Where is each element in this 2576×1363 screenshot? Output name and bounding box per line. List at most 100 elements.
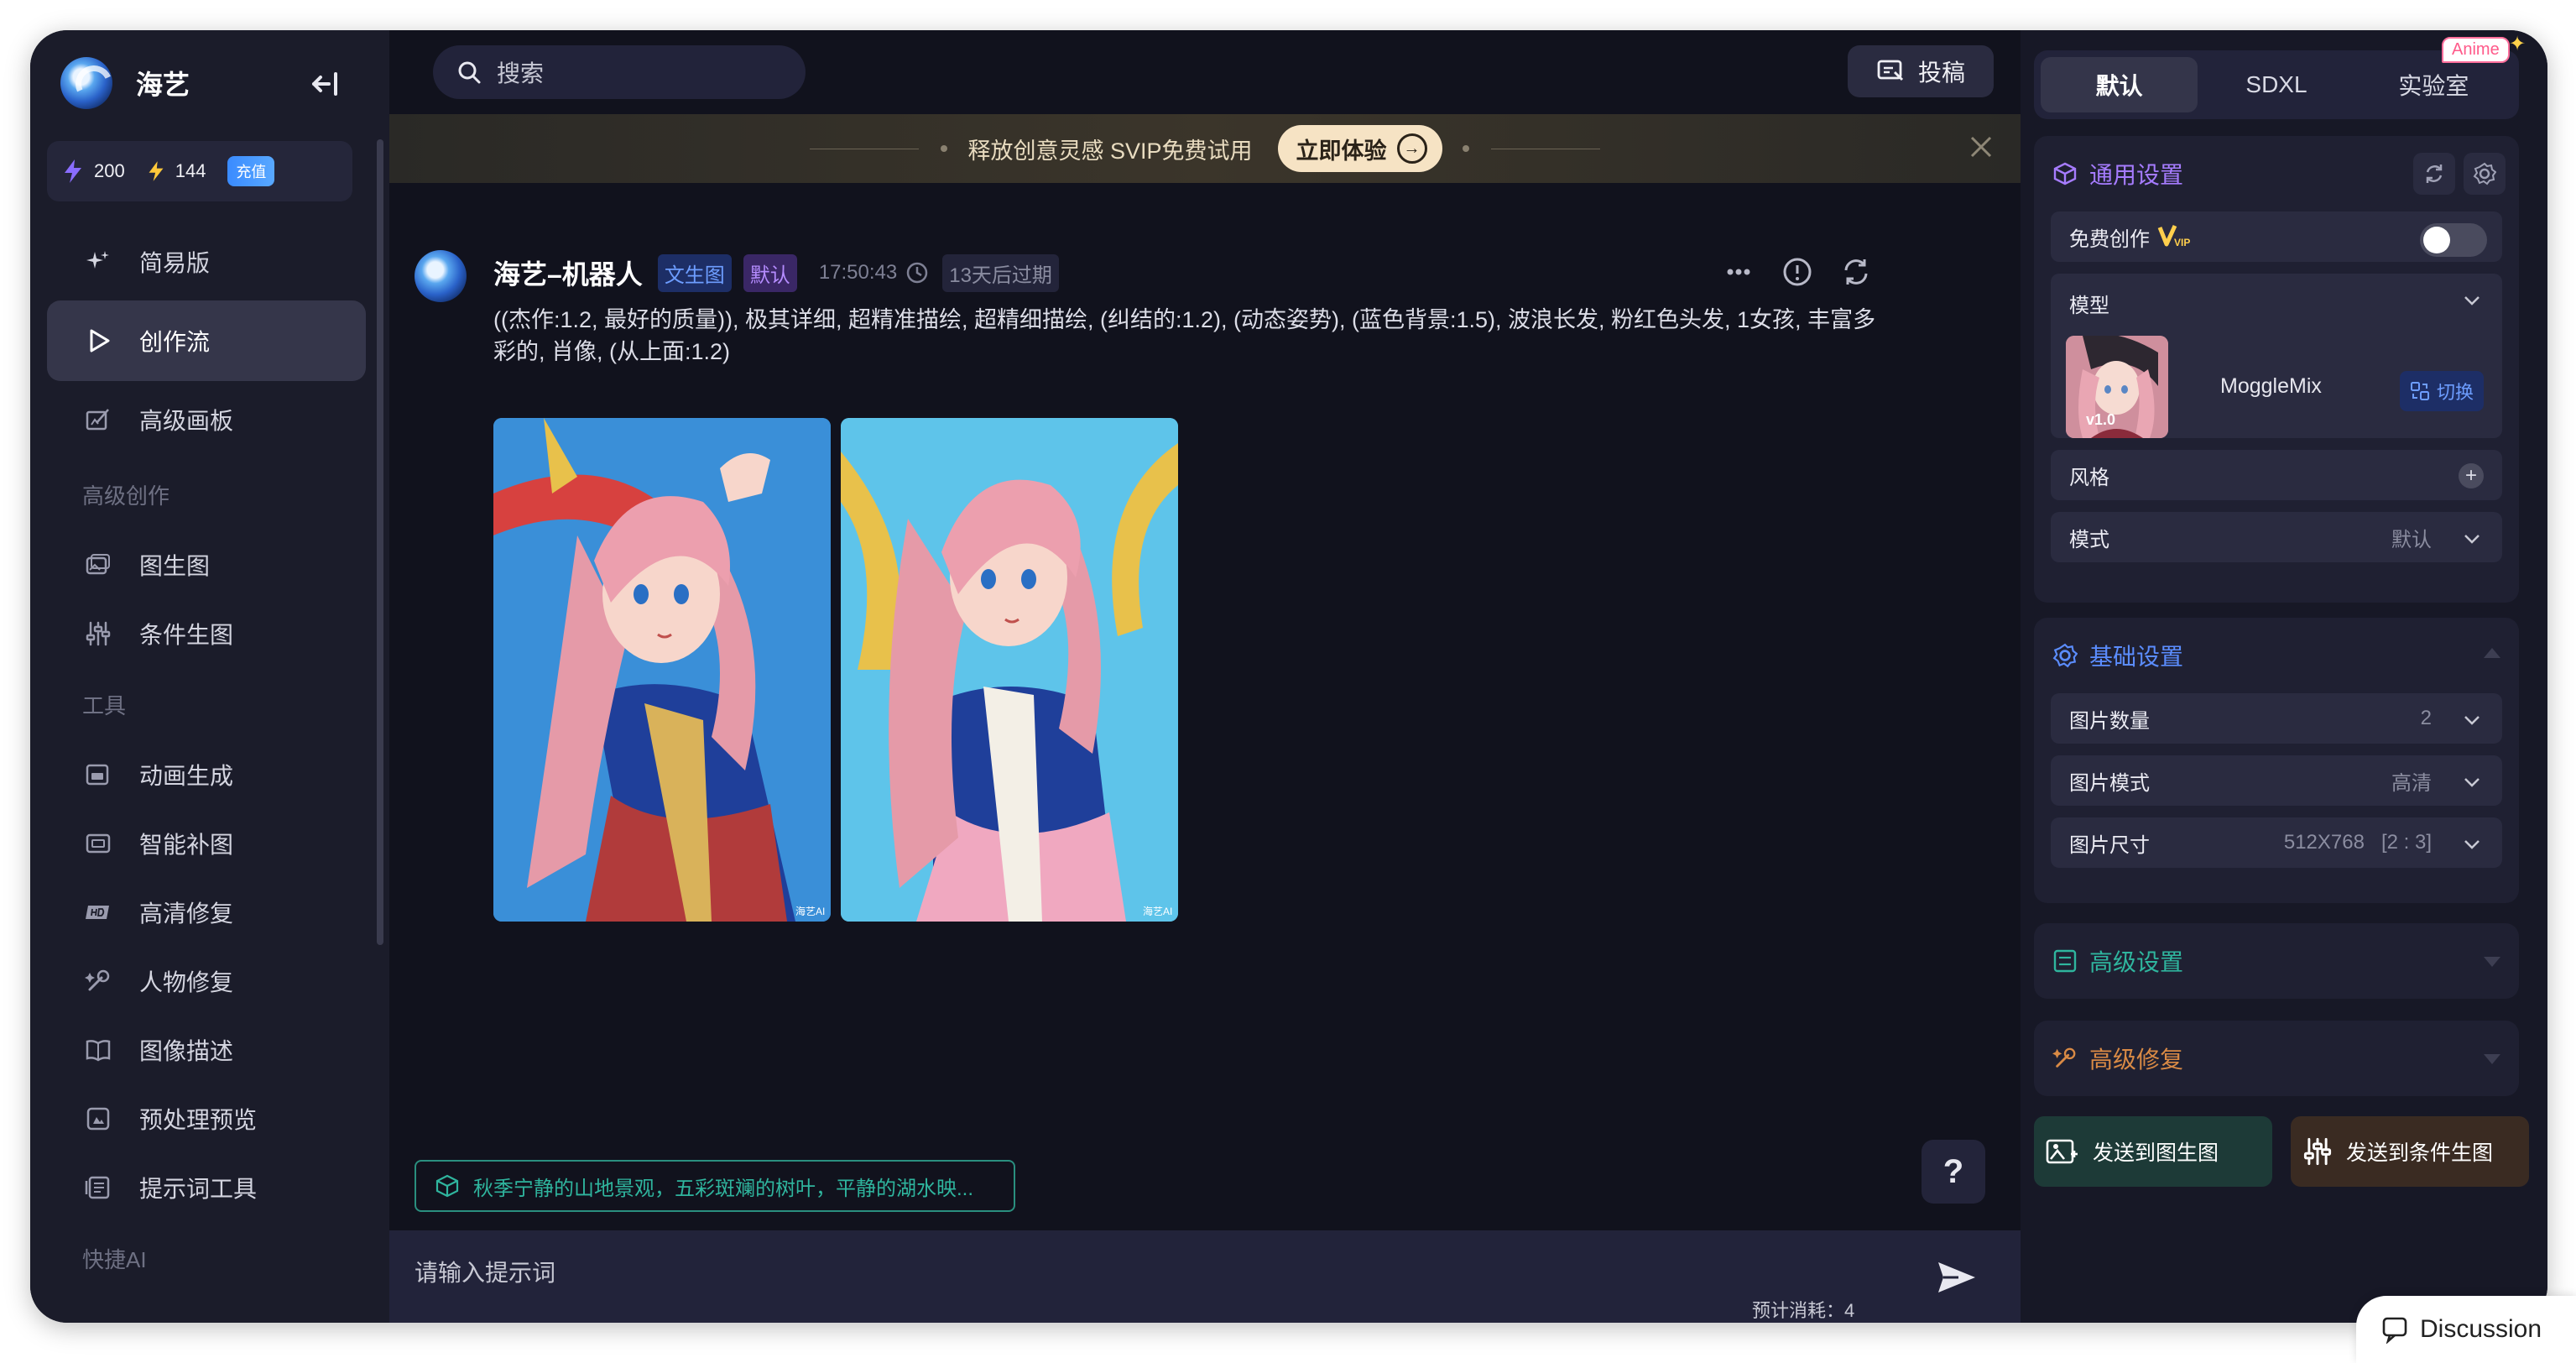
- sidebar-item-describe[interactable]: 图像描述: [47, 1016, 366, 1084]
- credits-value: 200: [94, 160, 125, 181]
- image-size-row[interactable]: 图片尺寸 512X768 [2 : 3]: [2051, 817, 2502, 868]
- sidebar-item-animation[interactable]: 动画生成: [47, 740, 366, 809]
- sidebar-item-controlnet[interactable]: 条件生图: [47, 599, 366, 668]
- mode-value: 默认: [2391, 528, 2432, 551]
- send-actions: 发送到图生图 发送到条件生图: [2034, 1116, 2529, 1187]
- advanced-repair-header[interactable]: 高级修复: [2034, 1021, 2519, 1096]
- sidebar-item-canvas[interactable]: 高级画板: [47, 381, 366, 458]
- advanced-settings-title: 高级设置: [2089, 949, 2184, 975]
- image-count-value: 2: [2420, 707, 2432, 729]
- lightning-yellow-icon: [149, 161, 164, 181]
- banner-dot: [941, 145, 948, 152]
- prompt-text: ((杰作:1.2, 最好的质量)), 极其详细, 超精准描绘, 超精细描绘, (…: [493, 307, 1876, 364]
- reset-button[interactable]: [2413, 153, 2455, 195]
- model-thumbnail[interactable]: [2066, 336, 2168, 438]
- model-version: v1.0: [2086, 411, 2116, 428]
- basic-settings-header[interactable]: 基础设置: [2034, 618, 2519, 693]
- sidebar-item-workflow[interactable]: 创作流: [47, 300, 366, 381]
- chevron-down-icon: [2464, 716, 2480, 725]
- search-box[interactable]: 搜索: [433, 45, 806, 99]
- tab-sdxl[interactable]: SDXL: [2198, 57, 2354, 112]
- free-create-label: 免费创作: [2069, 227, 2150, 251]
- sidebar-item-label: 图像描述: [139, 1038, 234, 1064]
- estimated-cost: 预计消耗：4: [1752, 1300, 1855, 1321]
- collapse-sidebar-icon[interactable]: [307, 67, 341, 101]
- switch-model-button[interactable]: 切换: [2400, 371, 2484, 411]
- prompt-suggestion[interactable]: 秋季宁静的山地景观，五彩斑斓的树叶，平静的湖水映...: [415, 1160, 1015, 1212]
- sidebar-item-hd-repair[interactable]: 高清修复: [47, 878, 366, 947]
- collapse-caret-icon[interactable]: [2484, 648, 2500, 658]
- app-window: 海艺 200 144 充值 简易版 创作流 高级画板 高级创作 图生图 条件生图…: [30, 30, 2547, 1323]
- sidebar-item-label: 人物修复: [139, 969, 234, 995]
- chevron-down-icon[interactable]: [2460, 289, 2484, 312]
- send-icon[interactable]: [1933, 1254, 1980, 1301]
- sparkle-icon: ✦: [2509, 33, 2526, 55]
- sidebar-scrollbar[interactable]: [377, 139, 383, 945]
- generated-image[interactable]: 海艺AI: [841, 418, 1178, 922]
- cube-icon: [2053, 162, 2077, 185]
- model-selector: 模型 v1.0 MoggleMix 切换: [2051, 274, 2502, 438]
- mode-row[interactable]: 模式 默认: [2051, 512, 2502, 562]
- discussion-button[interactable]: Discussion: [2356, 1296, 2576, 1363]
- search-input[interactable]: 搜索: [497, 55, 544, 89]
- anime-girl-image: 海艺AI: [841, 418, 1178, 922]
- add-style-icon[interactable]: +: [2459, 463, 2484, 488]
- expand-caret-icon[interactable]: [2484, 957, 2500, 967]
- arrow-right-icon: →: [1396, 133, 1427, 164]
- gif-icon: [84, 760, 112, 789]
- recharge-button[interactable]: 充值: [227, 156, 275, 186]
- more-icon[interactable]: [1722, 255, 1755, 289]
- sidebar-item-face-repair[interactable]: 人物修复: [47, 947, 366, 1016]
- anime-badge: Anime: [2442, 37, 2510, 63]
- tab-lab[interactable]: 实验室: [2355, 57, 2512, 112]
- banner-cta-label: 立即体验: [1296, 138, 1387, 164]
- settings-panel: 默认 SDXL 实验室 Anime ✦ 通用设置 免费创作 VIP 模型 v1.…: [2021, 30, 2547, 1323]
- play-icon: [84, 326, 112, 355]
- tab-default[interactable]: 默认: [2041, 57, 2198, 112]
- sidebar-item-label: 图生图: [139, 553, 211, 579]
- sidebar-item-simple[interactable]: 简易版: [47, 223, 366, 300]
- send-to-img2img-button[interactable]: 发送到图生图: [2034, 1116, 2272, 1187]
- inpaint-icon: [84, 829, 112, 858]
- generated-image[interactable]: 海艺AI: [493, 418, 831, 922]
- style-row[interactable]: 风格 +: [2051, 450, 2502, 500]
- send-to-controlnet-button[interactable]: 发送到条件生图: [2291, 1116, 2529, 1187]
- image-count-row[interactable]: 图片数量 2: [2051, 693, 2502, 744]
- info-icon[interactable]: [1781, 255, 1814, 289]
- advanced-settings[interactable]: 高级设置: [2034, 923, 2519, 999]
- settings-button[interactable]: [2464, 153, 2506, 195]
- free-create-toggle[interactable]: [2420, 223, 2487, 257]
- bot-avatar: [415, 250, 467, 302]
- refresh-icon[interactable]: [1839, 255, 1873, 289]
- message-time: 17:50:43: [819, 261, 929, 285]
- promo-banner: 释放创意灵感 SVIP免费试用 立即体验 →: [389, 114, 2021, 183]
- sender-name: 海艺–机器人: [493, 259, 643, 290]
- image-mode-row[interactable]: 图片模式 高清: [2051, 755, 2502, 806]
- submit-post-button[interactable]: 投稿: [1848, 45, 1994, 97]
- section-quick-ai: 快捷AI: [82, 1246, 147, 1272]
- sidebar-item-label: 高级画板: [139, 408, 234, 434]
- sidebar-item-img2img[interactable]: 图生图: [47, 530, 366, 599]
- sidebar-item-inpaint[interactable]: 智能补图: [47, 809, 366, 878]
- brand[interactable]: 海艺: [60, 54, 190, 112]
- submit-post-label: 投稿: [1917, 60, 1965, 86]
- expand-caret-icon[interactable]: [2484, 1054, 2500, 1064]
- basic-settings-title: 基础设置: [2089, 644, 2184, 670]
- repair-icon: [84, 967, 112, 995]
- sidebar-item-preprocess[interactable]: 预处理预览: [47, 1084, 366, 1153]
- prompt-input[interactable]: [415, 1252, 1841, 1294]
- advanced-repair[interactable]: 高级修复: [2034, 1021, 2519, 1096]
- settings-sliders-icon: [2053, 949, 2077, 973]
- help-button[interactable]: ?: [1922, 1140, 1985, 1204]
- banner-cta-button[interactable]: 立即体验 →: [1277, 125, 1442, 172]
- repair-icon: [2052, 1047, 2076, 1068]
- time-value: 17:50:43: [818, 261, 898, 284]
- watermark: 海艺AI: [795, 905, 825, 917]
- close-icon[interactable]: [1967, 133, 1995, 161]
- sidebar-item-label: 智能补图: [139, 832, 234, 858]
- sidebar-item-prompt-tool[interactable]: 提示词工具: [47, 1153, 366, 1222]
- chevron-down-icon: [2464, 535, 2480, 544]
- advanced-settings-header[interactable]: 高级设置: [2034, 923, 2519, 999]
- image-size-value: 512X768 [2 : 3]: [2283, 831, 2432, 854]
- message-header: 海艺–机器人 文生图 默认 17:50:43 13天后过期: [493, 253, 1059, 292]
